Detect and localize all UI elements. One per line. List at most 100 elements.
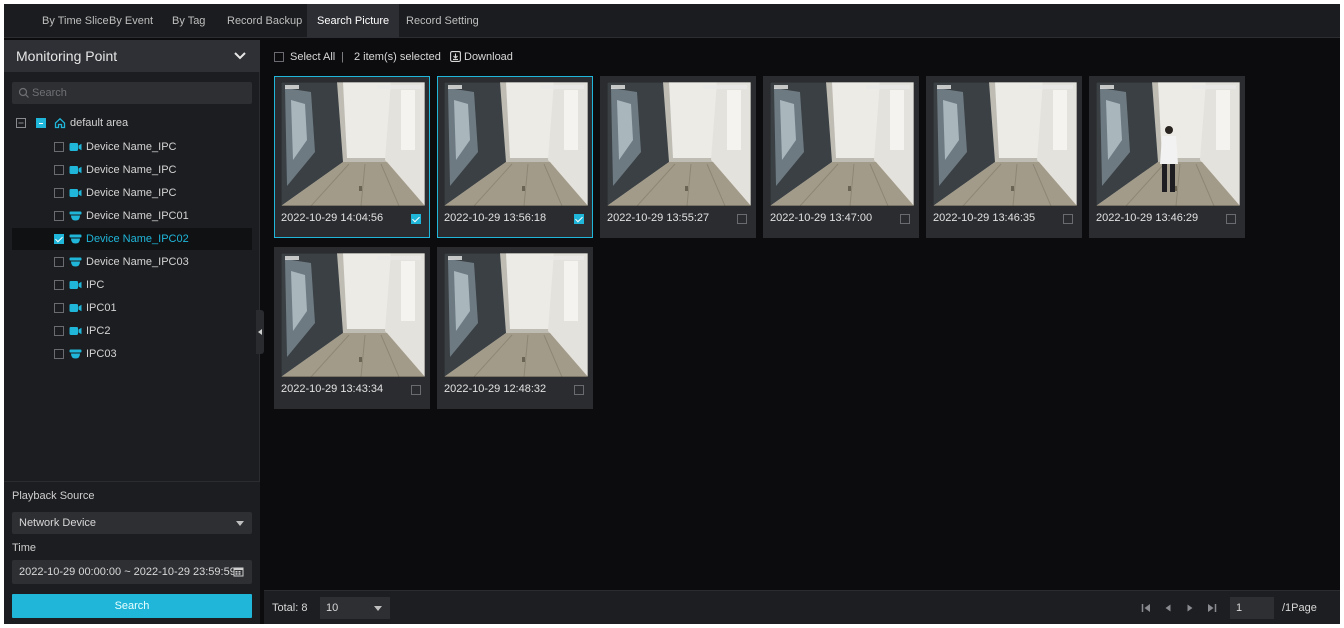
tab-search-picture[interactable]: Search Picture (307, 4, 400, 38)
camera-icon (69, 281, 82, 289)
tab-record-backup[interactable]: Record Backup (217, 4, 312, 38)
search-button[interactable]: Search (12, 594, 252, 618)
device-checkbox[interactable] (54, 303, 64, 313)
pagination-bar: Total: 8 10 /1Page (264, 590, 1340, 624)
picture-checkbox[interactable] (411, 214, 421, 224)
picture-card[interactable]: 2022-10-29 13:46:35 (926, 76, 1082, 238)
device-checkbox[interactable] (54, 165, 64, 175)
camera-icon (69, 327, 82, 335)
camera-icon (69, 143, 82, 151)
picture-timestamp: 2022-10-29 13:56:18 (444, 212, 547, 224)
picture-checkbox[interactable] (1226, 214, 1236, 224)
picture-card[interactable]: 2022-10-29 14:04:56 (274, 76, 430, 238)
time-range-field[interactable]: 2022-10-29 00:00:00 ~ 2022-10-29 23:59:5… (12, 560, 252, 584)
playback-source-value: Network Device (19, 517, 97, 529)
tab-record-setting[interactable]: Record Setting (396, 4, 489, 38)
tree-row-device[interactable]: Device Name_IPC (12, 159, 252, 181)
picture-toolbar: Select All | 2 item(s) selected Download (272, 48, 532, 66)
collapse-tree-icon[interactable] (16, 118, 26, 128)
snapshot-image (281, 253, 425, 377)
next-page-icon[interactable] (1184, 602, 1196, 614)
picture-checkbox[interactable] (737, 214, 747, 224)
picture-card[interactable]: 2022-10-29 13:55:27 (600, 76, 756, 238)
device-checkbox[interactable] (54, 257, 64, 267)
device-search-input[interactable] (32, 82, 242, 104)
calendar-icon[interactable] (233, 566, 244, 577)
picture-checkbox[interactable] (574, 385, 584, 395)
device-label: IPC01 (86, 302, 117, 314)
picture-checkbox[interactable] (411, 385, 421, 395)
device-checkbox[interactable] (54, 234, 64, 244)
device-label: Device Name_IPC (86, 141, 177, 153)
tree-row-device[interactable]: IPC03 (12, 343, 252, 365)
dome-camera-icon (69, 234, 82, 244)
toolbar-separator: | (341, 51, 344, 63)
playback-source-select[interactable]: Network Device (12, 512, 252, 534)
device-checkbox[interactable] (54, 280, 64, 290)
device-label: IPC2 (86, 325, 111, 337)
device-label: Device Name_IPC (86, 187, 177, 199)
search-icon (18, 87, 29, 98)
sidebar: Monitoring Point default area Dev (4, 40, 260, 624)
tree-row-device[interactable]: Device Name_IPC01 (12, 205, 252, 227)
download-icon[interactable] (450, 51, 461, 62)
download-button[interactable]: Download (464, 48, 513, 66)
time-range-value: 2022-10-29 00:00:00 ~ 2022-10-29 23:59:5… (19, 566, 236, 578)
area-checkbox[interactable] (36, 118, 46, 128)
device-checkbox[interactable] (54, 349, 64, 359)
picture-timestamp: 2022-10-29 13:46:29 (1096, 212, 1199, 224)
tab-by-tag[interactable]: By Tag (162, 4, 215, 38)
device-checkbox[interactable] (54, 188, 64, 198)
chevron-down-icon[interactable] (232, 48, 248, 64)
snapshot-image (607, 82, 751, 206)
tree-row-device[interactable]: Device Name_IPC03 (12, 251, 252, 273)
last-page-icon[interactable] (1206, 602, 1218, 614)
tree-row-device[interactable]: Device Name_IPC02 (12, 228, 252, 250)
tab-by-event[interactable]: By Event (99, 4, 163, 38)
device-label: Device Name_IPC02 (86, 233, 189, 245)
device-label: Device Name_IPC01 (86, 210, 189, 222)
tree-row-device[interactable]: IPC (12, 274, 252, 296)
device-checkbox[interactable] (54, 211, 64, 221)
monitoring-point-header[interactable]: Monitoring Point (4, 40, 260, 72)
device-search-box[interactable] (12, 82, 252, 104)
total-count: Total: 8 (272, 602, 308, 614)
select-all-checkbox[interactable] (274, 52, 284, 62)
picture-card[interactable]: 2022-10-29 12:48:32 (437, 247, 593, 409)
dome-camera-icon (69, 211, 82, 221)
device-label: IPC (86, 279, 105, 291)
dome-camera-icon (69, 257, 82, 267)
sidebar-collapse-handle[interactable] (256, 310, 264, 354)
tree-row-device[interactable]: IPC2 (12, 320, 252, 342)
snapshot-image (444, 82, 588, 206)
tree-row-default-area[interactable]: default area (4, 112, 260, 134)
picture-checkbox[interactable] (900, 214, 910, 224)
tab-bar: By Time Slice By Event By Tag Record Bac… (4, 4, 1340, 38)
previous-page-icon[interactable] (1162, 602, 1174, 614)
picture-checkbox[interactable] (574, 214, 584, 224)
tree-row-device[interactable]: Device Name_IPC (12, 182, 252, 204)
device-label: Device Name_IPC (86, 164, 177, 176)
page-number-input[interactable] (1230, 597, 1274, 619)
playback-source-label: Playback Source (12, 490, 95, 502)
device-checkbox[interactable] (54, 326, 64, 336)
area-label: default area (70, 117, 129, 129)
picture-timestamp: 2022-10-29 14:04:56 (281, 212, 384, 224)
selected-count: 2 item(s) selected (354, 51, 441, 63)
first-page-icon[interactable] (1140, 602, 1152, 614)
tree-row-device[interactable]: IPC01 (12, 297, 252, 319)
device-checkbox[interactable] (54, 142, 64, 152)
camera-icon (69, 166, 82, 174)
picture-timestamp: 2022-10-29 13:55:27 (607, 212, 710, 224)
page-size-select[interactable]: 10 (320, 597, 390, 619)
picture-card[interactable]: 2022-10-29 13:43:34 (274, 247, 430, 409)
tree-row-device[interactable]: Device Name_IPC (12, 136, 252, 158)
picture-card[interactable]: 2022-10-29 13:46:29 (1089, 76, 1245, 238)
picture-timestamp: 2022-10-29 12:48:32 (444, 383, 547, 395)
page-total: /1Page (1282, 602, 1317, 614)
picture-card[interactable]: 2022-10-29 13:47:00 (763, 76, 919, 238)
snapshot-image (281, 82, 425, 206)
picture-card[interactable]: 2022-10-29 13:56:18 (437, 76, 593, 238)
select-all-label[interactable]: Select All (290, 48, 335, 66)
picture-checkbox[interactable] (1063, 214, 1073, 224)
